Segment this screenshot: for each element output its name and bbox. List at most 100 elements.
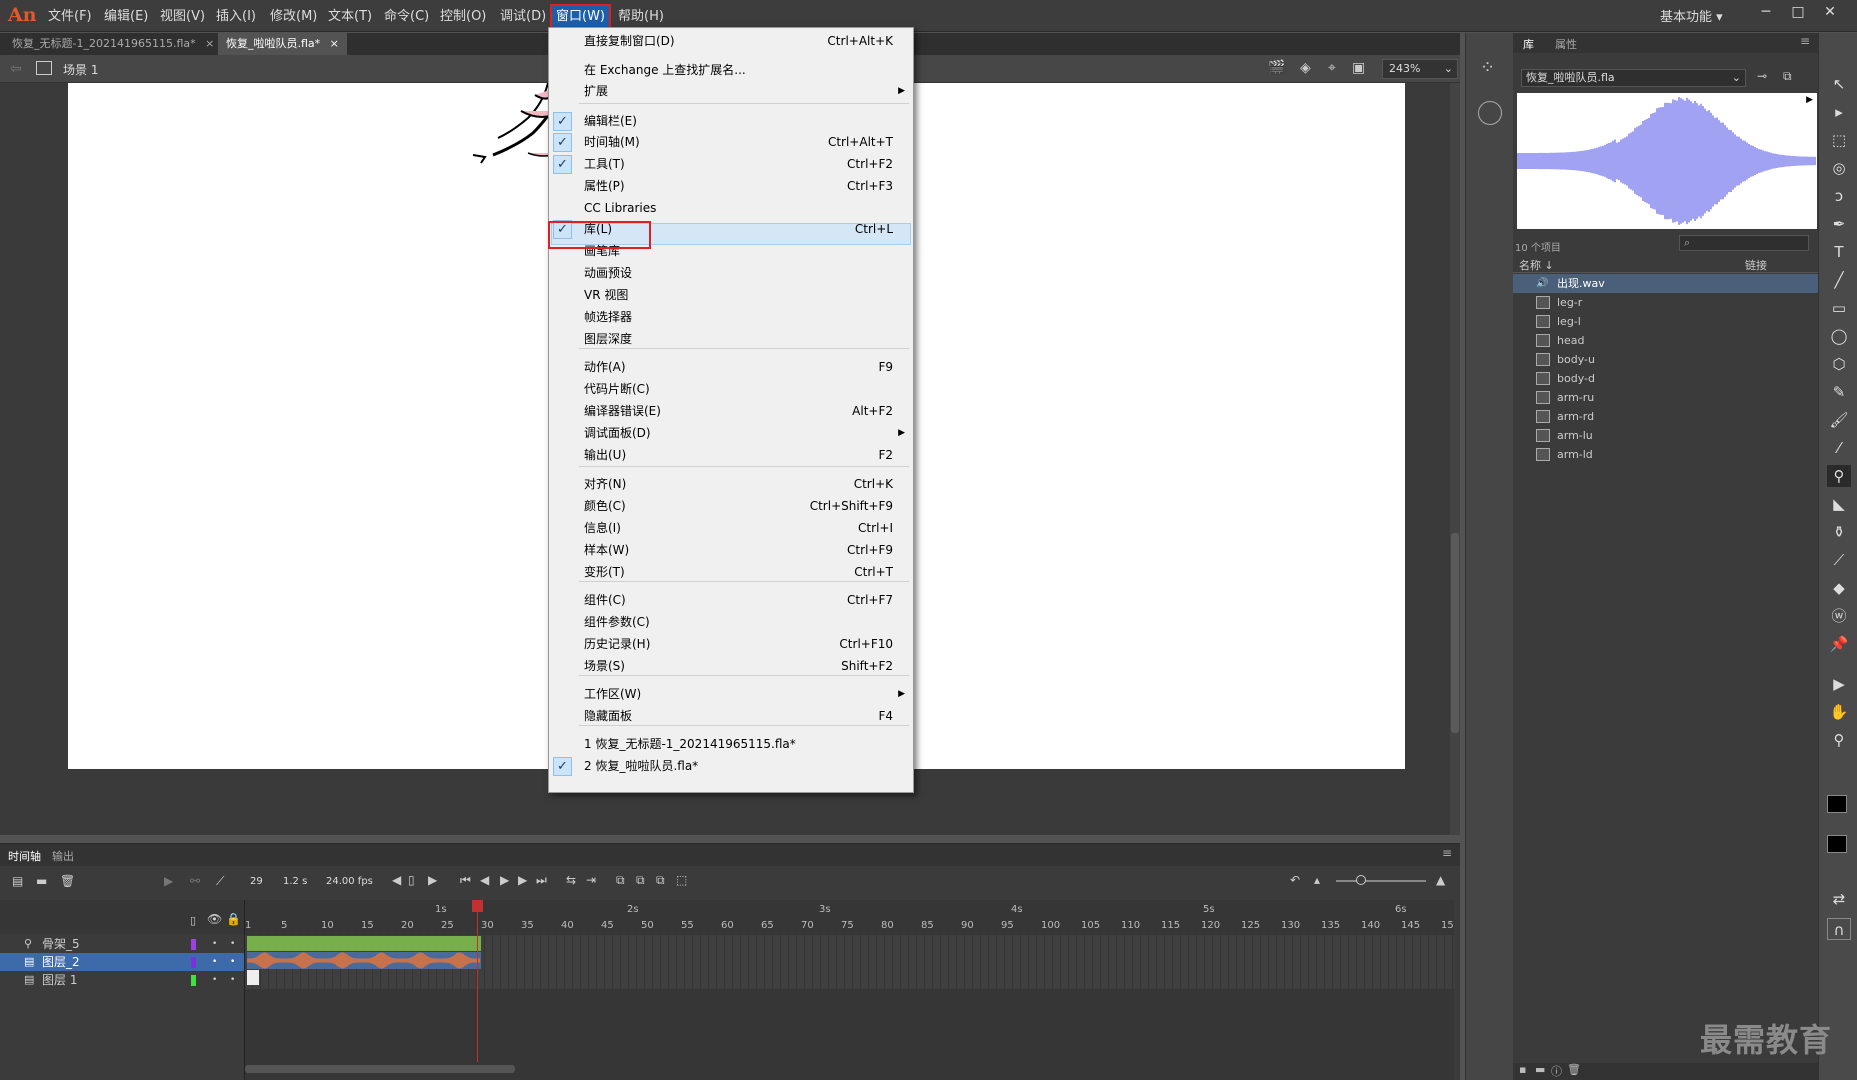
menu-item-1[interactable]: 在 Exchange 上查找扩展名...: [549, 59, 913, 81]
brush-tool-icon[interactable]: ⁄: [1827, 437, 1851, 459]
new-symbol-icon[interactable]: ▪: [1519, 1063, 1526, 1076]
subselection-tool-icon[interactable]: ▸: [1827, 101, 1851, 123]
menu-item-23[interactable]: 变形(T) Ctrl+T: [549, 561, 913, 583]
ink-bottle-tool-icon[interactable]: ⚱: [1827, 521, 1851, 543]
menu-control[interactable]: 控制(O): [440, 0, 486, 32]
modify-markers-icon[interactable]: ⬚: [676, 873, 687, 887]
back-arrow-icon[interactable]: ⇦: [10, 61, 22, 77]
layer-color[interactable]: [191, 975, 196, 986]
properties-icon[interactable]: ⓘ: [1551, 1063, 1562, 1079]
library-item[interactable]: 🔊 出现.wav: [1513, 274, 1818, 293]
edit-symbol-icon[interactable]: ◈: [1300, 60, 1311, 76]
panel-menu-icon[interactable]: ≡: [1442, 846, 1452, 860]
width-tool-icon[interactable]: ⓦ: [1827, 605, 1851, 627]
step-forward-icon[interactable]: ▶: [518, 873, 527, 887]
lock-dot[interactable]: •: [230, 953, 235, 971]
layer-depth-icon[interactable]: ⚯: [190, 874, 200, 888]
play-preview-icon[interactable]: ▶: [1806, 95, 1813, 105]
sound-span[interactable]: [246, 952, 481, 969]
lock-icon[interactable]: 🔒: [226, 912, 241, 926]
menu-item-26[interactable]: 历史记录(H) Ctrl+F10: [549, 633, 913, 655]
delete-icon[interactable]: 🗑: [1567, 1063, 1581, 1076]
pencil-tool-icon[interactable]: ✎: [1827, 381, 1851, 403]
layer-row[interactable]: ▤ 图层 1 • •: [0, 971, 244, 989]
frame-rate[interactable]: 24.00 fps: [326, 876, 373, 887]
layer-row[interactable]: ⚲ 骨架_5 • •: [0, 935, 244, 953]
eyedropper-tool-icon[interactable]: ⟋: [1827, 549, 1851, 571]
menu-item-12[interactable]: 帧选择器: [549, 306, 913, 328]
lasso-tool-icon[interactable]: ↄ: [1827, 185, 1851, 207]
tab-output[interactable]: 输出: [52, 848, 74, 864]
doc-tab-untitled[interactable]: 恢复_无标题-1_202141965115.fla* ×: [4, 33, 222, 55]
minimize-icon[interactable]: ─: [1750, 0, 1782, 26]
loop-icon[interactable]: ⇆: [566, 873, 576, 887]
delete-layer-icon[interactable]: 🗑: [60, 874, 75, 888]
menu-item-2[interactable]: 扩展 ▶: [549, 80, 913, 102]
text-tool-icon[interactable]: T: [1827, 241, 1851, 263]
menu-item-31[interactable]: ✓ 2 恢复_啦啦队员.fla*: [549, 755, 913, 777]
timeline-zoom-slider[interactable]: [1336, 875, 1426, 885]
menu-item-18[interactable]: 输出(U) F2: [549, 444, 913, 466]
armature-span[interactable]: [247, 936, 481, 951]
menu-item-4[interactable]: ✓ 时间轴(M) Ctrl+Alt+T: [549, 131, 913, 153]
menu-item-25[interactable]: 组件参数(C): [549, 611, 913, 633]
visibility-dot[interactable]: •: [212, 935, 217, 953]
doc-tab-cheerleader[interactable]: 恢复_啦啦队员.fla* ×: [218, 33, 347, 55]
menu-item-6[interactable]: 属性(P) Ctrl+F3: [549, 175, 913, 197]
zoom-in-icon[interactable]: ▲: [1436, 873, 1445, 887]
menu-item-0[interactable]: 直接复制窗口(D) Ctrl+Alt+K: [549, 30, 913, 52]
workspace-switcher[interactable]: 基本功能 ▾: [1660, 6, 1723, 25]
cc-libraries-icon[interactable]: [1478, 101, 1502, 125]
menu-item-27[interactable]: 场景(S) Shift+F2: [549, 655, 913, 677]
components-icon[interactable]: ⁘: [1480, 57, 1495, 78]
menu-debug[interactable]: 调试(D): [500, 0, 546, 32]
prev-keyframe-icon[interactable]: ◀: [392, 873, 401, 887]
oval-tool-icon[interactable]: ◯: [1827, 325, 1851, 347]
paint-brush-tool-icon[interactable]: 🖌: [1827, 409, 1851, 431]
menu-item-11[interactable]: VR 视图: [549, 284, 913, 306]
free-transform-tool-icon[interactable]: ⬚: [1827, 129, 1851, 151]
camera-tool-icon[interactable]: ▶: [1827, 673, 1851, 695]
zoom-out-icon[interactable]: ▴: [1314, 873, 1320, 887]
menu-item-14[interactable]: 动作(A) F9: [549, 356, 913, 378]
onion-outline-icon[interactable]: ⧉: [636, 873, 645, 888]
layer-color[interactable]: [191, 957, 196, 968]
rectangle-tool-icon[interactable]: ▭: [1827, 297, 1851, 319]
center-frame-icon[interactable]: ⇥: [586, 873, 596, 887]
new-library-panel-icon[interactable]: ⧉: [1783, 69, 1792, 84]
highlight-layers-icon[interactable]: ▯: [190, 914, 196, 927]
bone-tool-icon[interactable]: ⚲: [1827, 465, 1851, 487]
graph-icon[interactable]: ⟋: [216, 874, 224, 889]
paint-bucket-tool-icon[interactable]: ◣: [1827, 493, 1851, 515]
polystar-tool-icon[interactable]: ⬡: [1827, 353, 1851, 375]
zoom-tool-icon[interactable]: ⚲: [1827, 729, 1851, 751]
visibility-dot[interactable]: •: [212, 953, 217, 971]
col-name[interactable]: 名称 ↓: [1519, 257, 1554, 273]
new-folder-icon[interactable]: ▬: [36, 874, 47, 888]
camera-icon[interactable]: ▶: [164, 874, 173, 888]
menu-edit[interactable]: 编辑(E): [104, 0, 148, 32]
menu-file[interactable]: 文件(F): [48, 0, 92, 32]
slider-handle[interactable]: [1356, 875, 1366, 885]
pen-tool-icon[interactable]: ✒: [1827, 213, 1851, 235]
menu-command[interactable]: 命令(C): [384, 0, 429, 32]
playhead[interactable]: [472, 900, 483, 912]
library-item[interactable]: arm-ru: [1513, 388, 1818, 407]
eye-icon[interactable]: 👁: [207, 912, 222, 926]
clip-content-icon[interactable]: ▣: [1352, 60, 1365, 76]
keyframe[interactable]: [247, 970, 259, 985]
fill-color-swatch[interactable]: [1827, 835, 1847, 853]
menu-item-24[interactable]: 组件(C) Ctrl+F7: [549, 589, 913, 611]
close-tab-icon[interactable]: ×: [330, 37, 339, 50]
edit-scene-icon[interactable]: 🎬: [1268, 60, 1285, 76]
tab-library[interactable]: 库: [1523, 36, 1534, 52]
lock-dot[interactable]: •: [230, 971, 235, 989]
menu-item-21[interactable]: 信息(I) Ctrl+I: [549, 517, 913, 539]
library-document-select[interactable]: 恢复_啦啦队员.fla ⌄: [1521, 69, 1746, 87]
menu-item-13[interactable]: 图层深度: [549, 328, 913, 350]
tab-timeline[interactable]: 时间轴: [8, 848, 41, 864]
go-to-last-icon[interactable]: ⏭: [536, 873, 547, 888]
play-icon[interactable]: ▶: [500, 873, 509, 887]
tab-properties[interactable]: 属性: [1555, 36, 1577, 52]
go-to-first-icon[interactable]: ⏮: [460, 873, 471, 888]
